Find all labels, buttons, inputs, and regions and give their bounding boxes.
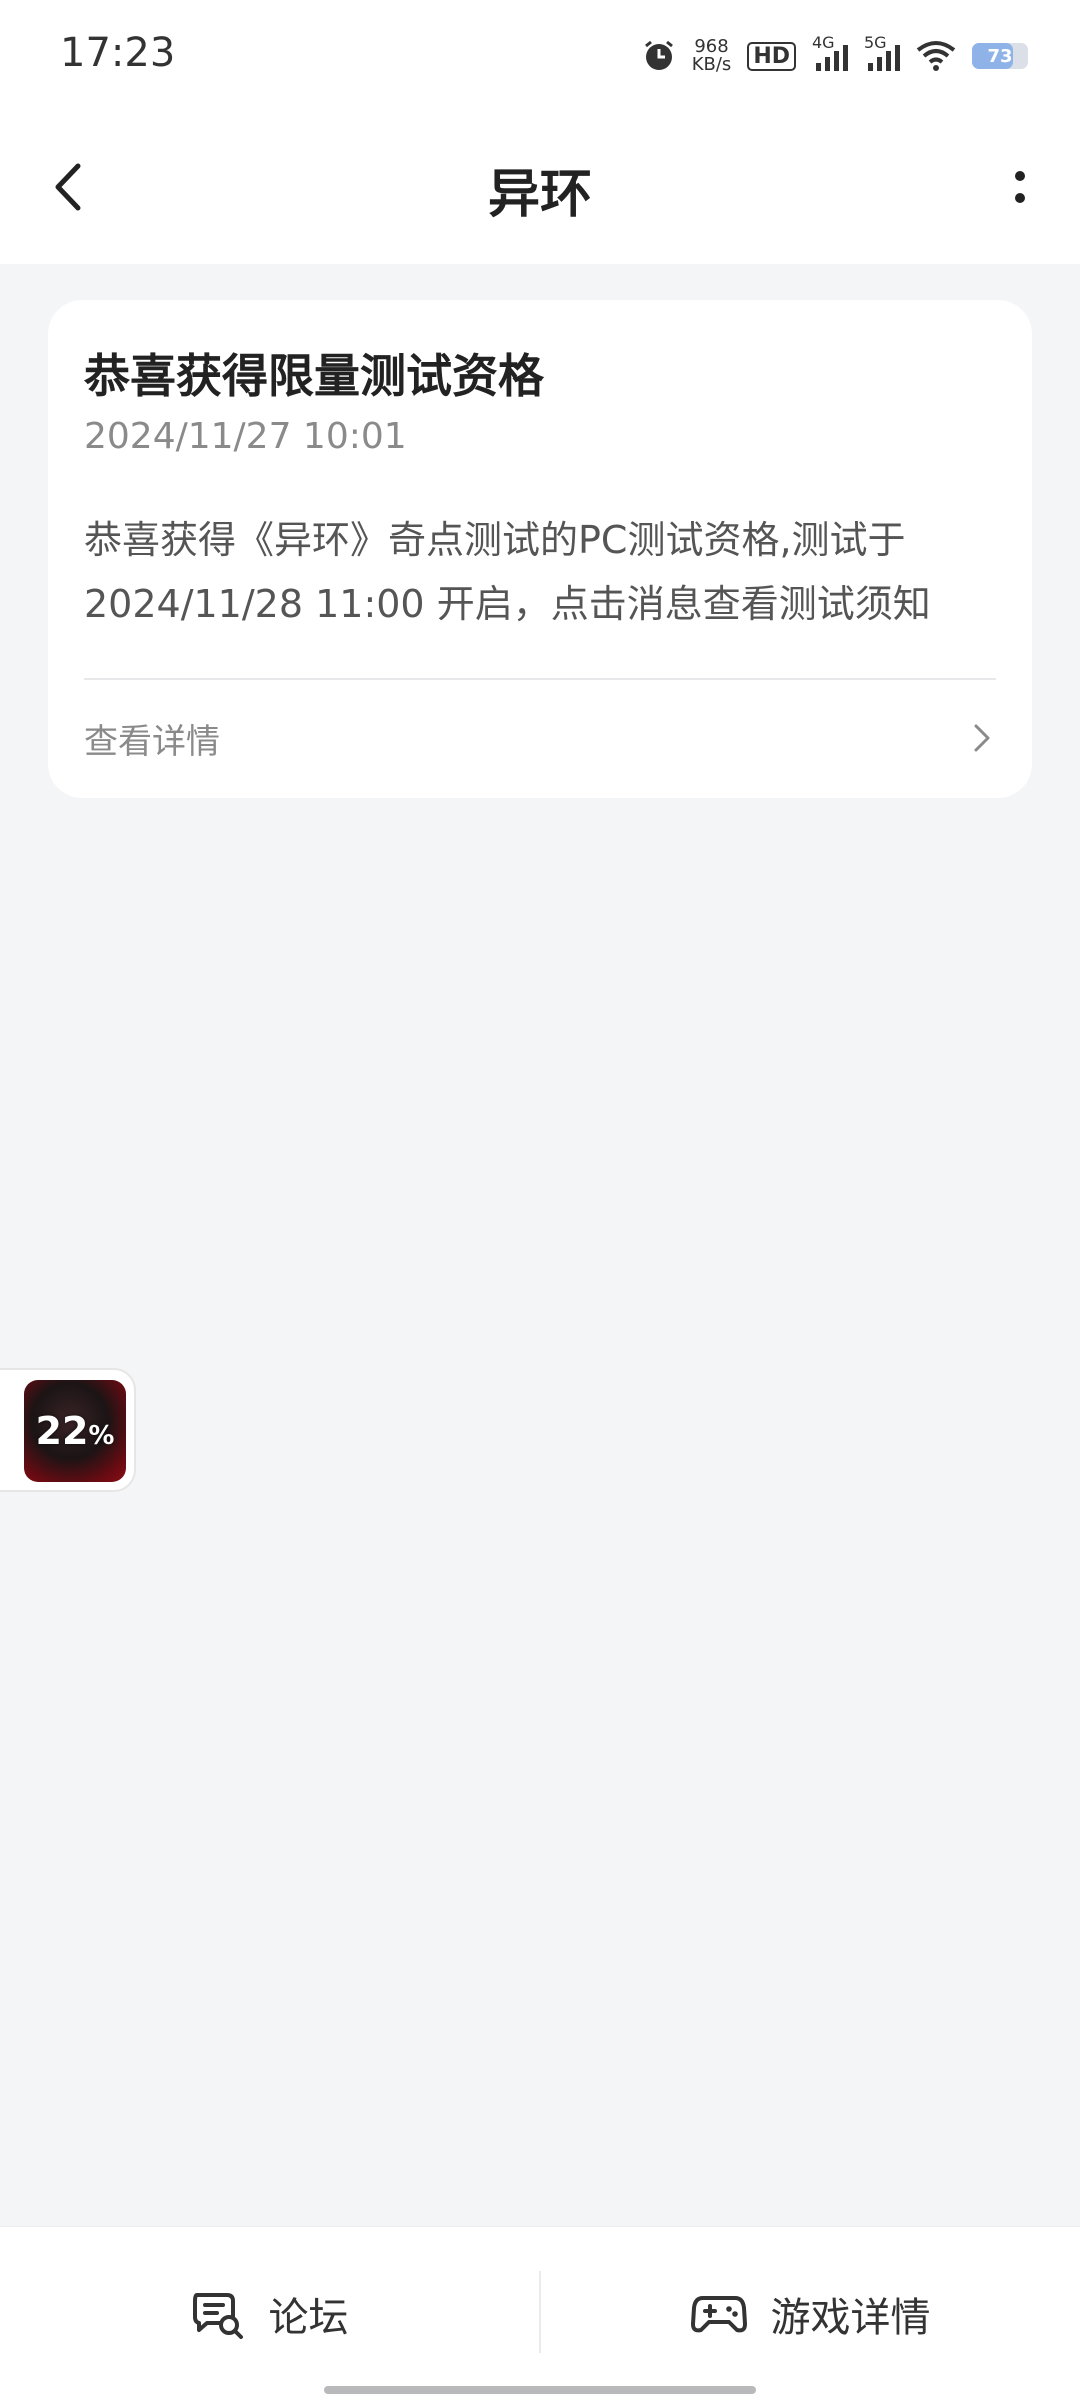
signal-4g-icon: 4G bbox=[812, 33, 848, 71]
status-time: 17:23 bbox=[60, 30, 176, 76]
home-indicator[interactable] bbox=[324, 2386, 756, 2394]
app-bar: 异环 bbox=[0, 112, 1080, 264]
view-details-row[interactable]: 查看详情 bbox=[84, 678, 996, 798]
download-progress-unit: % bbox=[88, 1421, 115, 1451]
game-details-label: 游戏详情 bbox=[770, 2295, 931, 2341]
signal-5g-label: 5G bbox=[864, 33, 887, 52]
download-progress-value: 22 bbox=[35, 1409, 89, 1453]
message-time: 2024/11/27 10:01 bbox=[84, 416, 407, 457]
wifi-icon bbox=[916, 41, 956, 71]
vertical-dots-icon bbox=[1015, 171, 1025, 181]
signal-5g-icon: 5G bbox=[864, 33, 900, 71]
game-thumbnail: 22% bbox=[24, 1380, 126, 1482]
hd-voice-icon: HD bbox=[747, 41, 796, 71]
game-details-button[interactable]: 游戏详情 bbox=[541, 2227, 1080, 2401]
forum-label: 论坛 bbox=[268, 2295, 349, 2341]
download-progress: 22% bbox=[36, 1409, 115, 1453]
message-title: 恭喜获得限量测试资格 bbox=[84, 349, 544, 403]
message-card[interactable]: 恭喜获得限量测试资格 2024/11/27 10:01 恭喜获得《异环》奇点测试… bbox=[48, 300, 1032, 798]
chevron-right-icon bbox=[974, 724, 990, 752]
floating-download-widget[interactable]: 22% bbox=[0, 1368, 136, 1492]
signal-4g-label: 4G bbox=[812, 33, 835, 52]
gamepad-icon bbox=[690, 2296, 747, 2333]
more-options-button[interactable] bbox=[990, 152, 1050, 222]
alarm-icon bbox=[644, 40, 673, 70]
page-title: 异环 bbox=[487, 165, 592, 225]
forum-button[interactable]: 论坛 bbox=[0, 2227, 539, 2401]
status-icons: 968 KB/s HD 4G 5G 73 bbox=[642, 33, 1028, 78]
network-speed: 968 KB/s bbox=[692, 38, 732, 74]
view-details-label: 查看详情 bbox=[84, 721, 220, 762]
message-body: 恭喜获得《异环》奇点测试的PC测试资格,测试于2024/11/28 11:00 … bbox=[84, 518, 931, 626]
forum-chat-icon bbox=[192, 2293, 243, 2339]
battery-icon: 73 bbox=[972, 43, 1028, 69]
network-speed-unit: KB/s bbox=[691, 54, 732, 75]
battery-level: 73 bbox=[987, 45, 1013, 67]
status-bar: 17:23 968 KB/s HD 4G 5G 73 bbox=[0, 0, 1080, 112]
bottom-bar: 论坛 游戏详情 bbox=[0, 2226, 1080, 2401]
